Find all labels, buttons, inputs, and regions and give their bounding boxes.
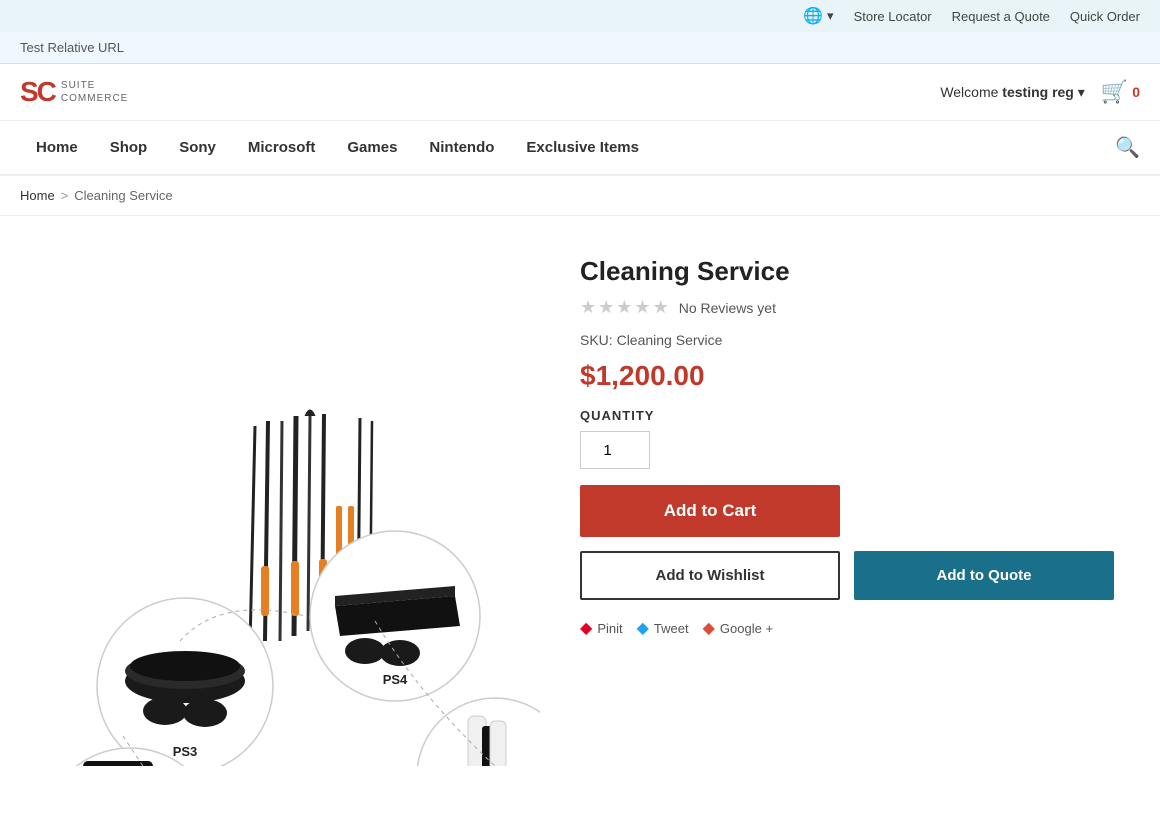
reviews-text: No Reviews yet <box>679 300 776 316</box>
svg-text:PS4: PS4 <box>383 672 408 687</box>
top-bar: 🌐 ▾ Store Locator Request a Quote Quick … <box>0 0 1160 32</box>
product-details: Cleaning Service ★ ★ ★ ★ ★ No Reviews ye… <box>580 246 1120 766</box>
cart-icon: 🛒 <box>1101 79 1128 105</box>
reviews-row: ★ ★ ★ ★ ★ No Reviews yet <box>580 297 1120 318</box>
product-title: Cleaning Service <box>580 256 1120 287</box>
quantity-label: QUANTITY <box>580 408 1120 423</box>
twitter-label: Tweet <box>654 621 689 636</box>
logo-tagline: SUITE COMMERCE <box>61 79 128 105</box>
pinterest-icon: ◆ <box>580 618 592 638</box>
add-to-wishlist-button[interactable]: Add to Wishlist <box>580 551 840 600</box>
nav-shop[interactable]: Shop <box>94 125 164 170</box>
pinterest-share[interactable]: ◆ Pinit <box>580 618 623 638</box>
header-right: Welcome testing reg ▾ 🛒 0 <box>940 79 1140 105</box>
language-selector[interactable]: 🌐 ▾ <box>803 6 833 26</box>
product-image-area: PS3 PS4 <box>20 246 540 766</box>
test-bar: Test Relative URL <box>0 32 1160 64</box>
product-image: PS3 PS4 <box>20 246 540 766</box>
globe-icon: 🌐 <box>803 6 823 26</box>
quantity-input[interactable] <box>580 431 650 469</box>
sku-row: SKU: Cleaning Service <box>580 332 1120 348</box>
pinterest-label: Pinit <box>597 621 622 636</box>
main-nav: Home Shop Sony Microsoft Games Nintendo … <box>0 121 1160 176</box>
header: SC SUITE COMMERCE Welcome testing reg ▾ … <box>0 64 1160 121</box>
product-container: PS3 PS4 <box>0 216 1140 796</box>
google-plus-icon: ◆ <box>703 618 715 638</box>
logo-sc-text: SC <box>20 76 55 108</box>
sku-label: SKU: <box>580 332 613 348</box>
nav-nintendo[interactable]: Nintendo <box>413 125 510 170</box>
sku-value: Cleaning Service <box>617 332 723 348</box>
star-1: ★ <box>580 297 596 318</box>
search-icon[interactable]: 🔍 <box>1115 121 1140 174</box>
twitter-share[interactable]: ◆ Tweet <box>637 618 689 638</box>
user-dropdown-toggle[interactable]: ▾ <box>1078 84 1085 100</box>
google-plus-share[interactable]: ◆ Google + <box>703 618 773 638</box>
nav-sony[interactable]: Sony <box>163 125 232 170</box>
cart-button[interactable]: 🛒 0 <box>1101 79 1140 105</box>
google-plus-label: Google + <box>720 621 773 636</box>
product-price: $1,200.00 <box>580 360 1120 392</box>
nav-games[interactable]: Games <box>331 125 413 170</box>
breadcrumb-home[interactable]: Home <box>20 188 55 203</box>
social-share-row: ◆ Pinit ◆ Tweet ◆ Google + <box>580 618 1120 638</box>
nav-home[interactable]: Home <box>20 125 94 170</box>
cart-count: 0 <box>1132 84 1140 100</box>
breadcrumb: Home > Cleaning Service <box>0 176 1160 216</box>
breadcrumb-separator: > <box>61 188 69 203</box>
request-quote-link[interactable]: Request a Quote <box>952 9 1050 24</box>
welcome-message: Welcome testing reg ▾ <box>940 84 1084 101</box>
nav-exclusive-items[interactable]: Exclusive Items <box>510 125 655 170</box>
quick-order-link[interactable]: Quick Order <box>1070 9 1140 24</box>
logo[interactable]: SC SUITE COMMERCE <box>20 76 128 108</box>
breadcrumb-current: Cleaning Service <box>74 188 172 203</box>
star-3: ★ <box>616 297 632 318</box>
add-to-cart-button[interactable]: Add to Cart <box>580 485 840 537</box>
store-locator-link[interactable]: Store Locator <box>854 9 932 24</box>
star-2: ★ <box>598 297 614 318</box>
bottom-buttons: Add to Wishlist Add to Quote <box>580 551 1120 600</box>
star-5: ★ <box>653 297 669 318</box>
add-to-quote-button[interactable]: Add to Quote <box>854 551 1114 600</box>
username: testing reg <box>1002 84 1074 100</box>
twitter-icon: ◆ <box>637 618 649 638</box>
star-4: ★ <box>634 297 650 318</box>
star-rating: ★ ★ ★ ★ ★ <box>580 297 669 318</box>
nav-microsoft[interactable]: Microsoft <box>232 125 332 170</box>
svg-text:PS3: PS3 <box>173 744 198 759</box>
